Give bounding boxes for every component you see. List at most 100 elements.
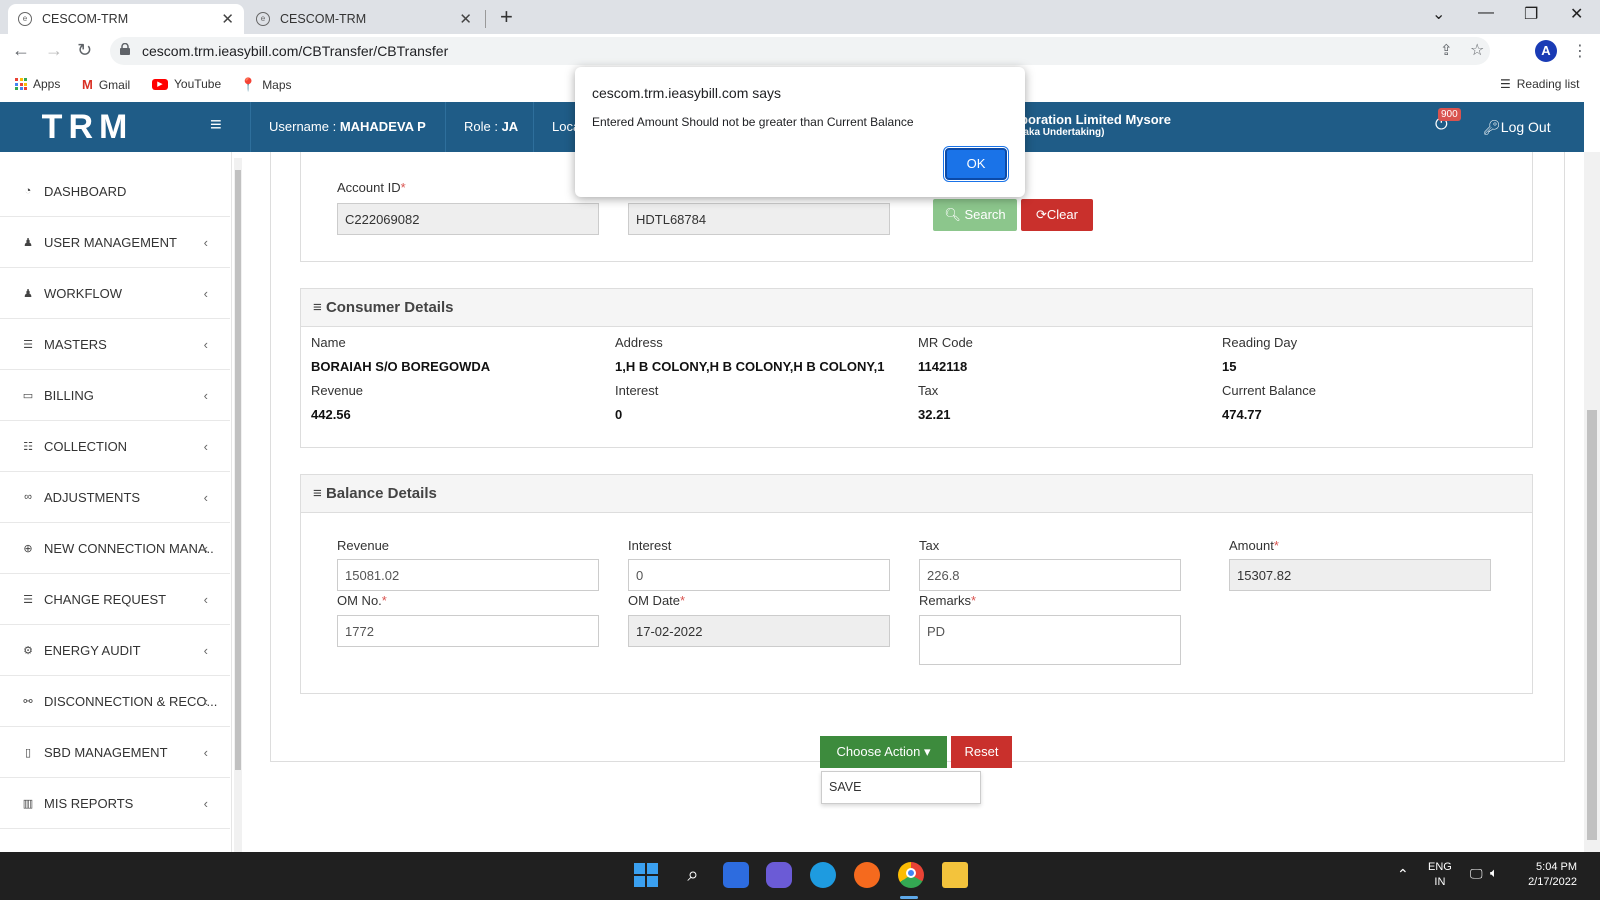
- windows-start-icon[interactable]: [634, 862, 660, 888]
- edge-icon[interactable]: [810, 862, 836, 888]
- sidebar-item-label: BILLING: [44, 387, 94, 403]
- om-no-input[interactable]: 1772: [337, 615, 599, 647]
- dialog-ok-button[interactable]: OK: [943, 146, 1009, 182]
- firefox-icon[interactable]: [854, 862, 880, 888]
- reload-icon[interactable]: ↻: [77, 40, 92, 61]
- active-app-indicator: [900, 896, 918, 899]
- account-id-input[interactable]: C222069082: [337, 203, 599, 235]
- secondary-id-input[interactable]: HDTL68784: [628, 203, 890, 235]
- minimize-icon[interactable]: —: [1478, 4, 1494, 22]
- sidebar-item-workflow[interactable]: ♟ WORKFLOW ‹: [0, 268, 230, 319]
- sidebar-item-user-management[interactable]: ♟ USER MANAGEMENT ‹: [0, 217, 230, 268]
- reading-list[interactable]: ☰ Reading list: [1500, 77, 1579, 91]
- restore-icon[interactable]: ❐: [1524, 4, 1538, 24]
- volume-icon[interactable]: 🔈︎: [1490, 865, 1498, 881]
- task-view-icon[interactable]: [723, 862, 749, 888]
- amount-label: Amount*: [1229, 538, 1279, 553]
- bookmark-label: YouTube: [174, 77, 222, 91]
- sidebar-item-collection[interactable]: ☷ COLLECTION ‹: [0, 421, 230, 472]
- menu-toggle-icon[interactable]: ≡: [210, 114, 222, 137]
- reset-button[interactable]: Reset: [951, 736, 1012, 768]
- sidebar-item-sbd-management[interactable]: ▯ SBD MANAGEMENT ‹: [0, 727, 230, 778]
- sidebar-item-mis-reports[interactable]: ▥ MIS REPORTS ‹: [0, 778, 230, 829]
- sidebar-item-disconnection-reco[interactable]: ⚯ DISCONNECTION & RECO... ‹: [0, 676, 230, 727]
- consumer-field-value: 15: [1222, 359, 1237, 374]
- page-scrollbar-thumb[interactable]: [1587, 410, 1597, 840]
- sidebar-item-adjustments[interactable]: ∞ ADJUSTMENTS ‹: [0, 472, 230, 523]
- new-tab-icon[interactable]: +: [500, 4, 513, 30]
- binoculars-icon: ∞: [24, 491, 32, 503]
- bookmark-apps[interactable]: Apps: [15, 77, 60, 91]
- logout-button[interactable]: 🔑︎Log Out: [1483, 102, 1551, 152]
- consumer-field-value: 474.77: [1222, 407, 1262, 422]
- show-hidden-icons-icon[interactable]: ⌃: [1397, 866, 1409, 883]
- clear-button[interactable]: ⟳Clear: [1021, 199, 1093, 231]
- sidebar-item-label: SBD MANAGEMENT: [44, 744, 168, 760]
- bookmark-star-icon[interactable]: ☆: [1470, 40, 1484, 60]
- teams-chat-icon[interactable]: [766, 862, 792, 888]
- chevron-left-icon: ‹: [203, 540, 208, 556]
- forward-icon[interactable]: →: [45, 40, 63, 61]
- tax-input[interactable]: 226.8: [919, 559, 1181, 591]
- consumer-field-label: Interest: [615, 383, 659, 398]
- network-icon[interactable]: 🖵︎: [1470, 866, 1483, 882]
- interest-input[interactable]: 0: [628, 559, 890, 591]
- browser-menu-icon[interactable]: ⋮: [1572, 41, 1588, 61]
- language-indicator[interactable]: ENG IN: [1428, 860, 1452, 890]
- close-window-icon[interactable]: ✕: [1570, 4, 1583, 24]
- maps-pin-icon: 📍: [240, 77, 257, 92]
- remarks-textarea[interactable]: PD: [919, 615, 1181, 665]
- gmail-icon: M: [82, 77, 93, 92]
- choose-action-button[interactable]: Choose Action ▾: [820, 736, 947, 768]
- tab-search-icon[interactable]: ⌄: [1432, 4, 1445, 24]
- sidebar-item-change-request[interactable]: ☰ CHANGE REQUEST ‹: [0, 574, 230, 625]
- sidebar-item-label: WORKFLOW: [44, 285, 122, 301]
- chevron-left-icon: ‹: [203, 285, 208, 301]
- amount-input[interactable]: 15307.82: [1229, 559, 1491, 591]
- back-icon[interactable]: ←: [12, 40, 30, 61]
- bookmark-youtube[interactable]: ▶ YouTube: [152, 77, 221, 91]
- sidebar-item-dashboard[interactable]: ◔ DASHBOARD: [0, 166, 230, 217]
- reading-list-icon: ☰: [1500, 77, 1511, 91]
- consumer-field-label: Address: [615, 335, 663, 350]
- dropdown-option-save[interactable]: SAVE: [829, 780, 973, 794]
- sidebar-item-new-connection-mana[interactable]: ⊕ NEW CONNECTION MANA.. ‹: [0, 523, 230, 574]
- bookmark-label: Apps: [33, 77, 61, 91]
- app-logo[interactable]: TRM: [0, 102, 175, 152]
- sidebar-item-label: DASHBOARD: [44, 183, 127, 199]
- mobile-icon: ▯: [24, 746, 32, 759]
- browser-tab-strip: e CESCOM-TRM ✕ e CESCOM-TRM ✕ + ⌄ — ❐ ✕: [0, 0, 1600, 34]
- sidebar-scrollbar-thumb[interactable]: [235, 170, 241, 770]
- clock[interactable]: 5:04 PM 2/17/2022: [1522, 860, 1577, 890]
- search-icon: 🔍︎: [944, 207, 961, 222]
- sidebar-item-label: MASTERS: [44, 336, 107, 352]
- reading-list-label: Reading list: [1516, 77, 1580, 91]
- om-date-input[interactable]: 17-02-2022: [628, 615, 890, 647]
- bookmark-gmail[interactable]: M Gmail: [82, 77, 130, 92]
- site-favicon-icon: e: [18, 12, 32, 26]
- close-tab-icon[interactable]: ✕: [221, 10, 234, 28]
- close-tab-icon[interactable]: ✕: [459, 10, 472, 28]
- site-favicon-icon: e: [256, 12, 270, 26]
- browser-tab-active[interactable]: e CESCOM-TRM ✕: [8, 4, 244, 34]
- chrome-icon[interactable]: [898, 862, 924, 888]
- chevron-left-icon: ‹: [203, 489, 208, 505]
- sidebar-item-label: ENERGY AUDIT: [44, 642, 141, 658]
- search-button[interactable]: 🔍︎ Search: [933, 199, 1017, 231]
- profile-avatar[interactable]: A: [1535, 40, 1557, 62]
- sidebar-item-billing[interactable]: ▭ BILLING ‹: [0, 370, 230, 421]
- file-explorer-icon[interactable]: [942, 862, 968, 888]
- sidebar-item-masters[interactable]: ☰ MASTERS ‹: [0, 319, 230, 370]
- address-bar[interactable]: cescom.trm.ieasybill.com/CBTransfer/CBTr…: [110, 37, 1490, 65]
- bookmark-maps[interactable]: 📍 Maps: [240, 77, 292, 93]
- revenue-input[interactable]: 15081.02: [337, 559, 599, 591]
- sidebar-item-energy-audit[interactable]: ⚙ ENERGY AUDIT ‹: [0, 625, 230, 676]
- chevron-left-icon: ‹: [203, 591, 208, 607]
- search-icon[interactable]: ⌕: [680, 862, 706, 888]
- share-icon[interactable]: ⇪: [1440, 41, 1453, 59]
- browser-tab[interactable]: e CESCOM-TRM ✕: [246, 4, 482, 34]
- bookmark-label: Maps: [262, 78, 292, 92]
- bar-chart-icon: ▥: [22, 797, 34, 810]
- consumer-details-panel: ≡ Consumer Details Name BORAIAH S/O BOREG…: [300, 288, 1533, 448]
- account-id-label: Account ID*: [337, 180, 406, 195]
